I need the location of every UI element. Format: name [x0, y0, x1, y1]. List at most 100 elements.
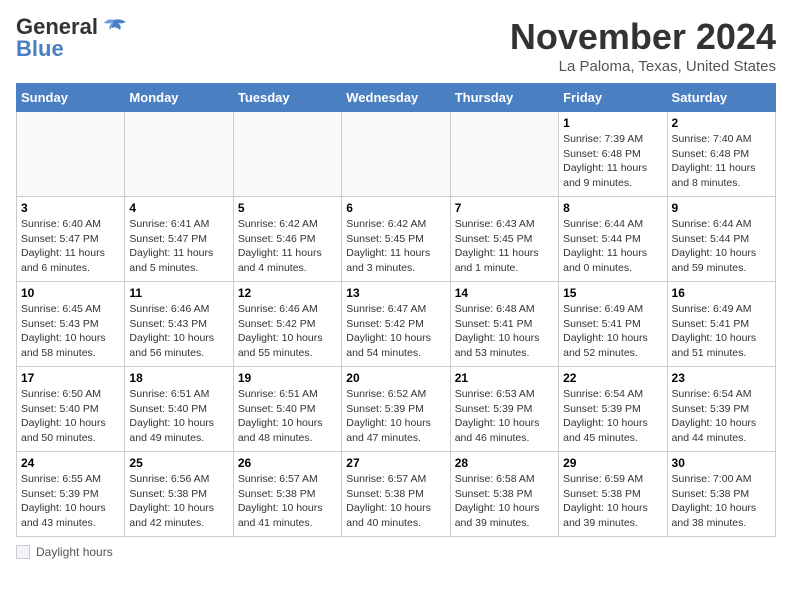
- calendar-cell: 6 Sunrise: 6:42 AM Sunset: 5:45 PM Daylig…: [342, 197, 450, 282]
- calendar-cell: 28 Sunrise: 6:58 AM Sunset: 5:38 PM Dayli…: [450, 452, 558, 537]
- calendar-cell: [17, 112, 125, 197]
- calendar-cell: 16 Sunrise: 6:49 AM Sunset: 5:41 PM Dayli…: [667, 282, 775, 367]
- day-info: Sunrise: 6:57 AM Sunset: 5:38 PM Dayligh…: [238, 472, 337, 531]
- calendar-cell: 14 Sunrise: 6:48 AM Sunset: 5:41 PM Dayli…: [450, 282, 558, 367]
- day-info: Sunrise: 6:44 AM Sunset: 5:44 PM Dayligh…: [672, 217, 771, 276]
- day-info: Sunrise: 6:43 AM Sunset: 5:45 PM Dayligh…: [455, 217, 554, 276]
- day-info: Sunrise: 7:40 AM Sunset: 6:48 PM Dayligh…: [672, 132, 771, 191]
- day-info: Sunrise: 7:00 AM Sunset: 5:38 PM Dayligh…: [672, 472, 771, 531]
- day-number: 23: [672, 371, 771, 385]
- day-info: Sunrise: 6:56 AM Sunset: 5:38 PM Dayligh…: [129, 472, 228, 531]
- day-header-wednesday: Wednesday: [342, 84, 450, 112]
- calendar-cell: 5Sunrise: 6:42 AM Sunset: 5:46 PM Daylig…: [233, 197, 341, 282]
- day-header-sunday: Sunday: [17, 84, 125, 112]
- day-info: Sunrise: 6:52 AM Sunset: 5:39 PM Dayligh…: [346, 387, 445, 446]
- day-info: Sunrise: 6:50 AM Sunset: 5:40 PM Dayligh…: [21, 387, 120, 446]
- calendar-cell: [342, 112, 450, 197]
- day-number: 12: [238, 286, 337, 300]
- calendar-cell: 20 Sunrise: 6:52 AM Sunset: 5:39 PM Dayli…: [342, 367, 450, 452]
- day-number: 13: [346, 286, 445, 300]
- day-number: 30: [672, 456, 771, 470]
- calendar-cell: 25 Sunrise: 6:56 AM Sunset: 5:38 PM Dayli…: [125, 452, 233, 537]
- day-number: 20: [346, 371, 445, 385]
- day-number: 28: [455, 456, 554, 470]
- day-number: 22: [563, 371, 662, 385]
- day-number: 16: [672, 286, 771, 300]
- day-info: Sunrise: 6:44 AM Sunset: 5:44 PM Dayligh…: [563, 217, 662, 276]
- day-number: 5: [238, 201, 337, 215]
- day-info: Sunrise: 6:55 AM Sunset: 5:39 PM Dayligh…: [21, 472, 120, 531]
- day-number: 24: [21, 456, 120, 470]
- calendar-cell: 1 Sunrise: 7:39 AM Sunset: 6:48 PM Daylig…: [559, 112, 667, 197]
- calendar-cell: 7Sunrise: 6:43 AM Sunset: 5:45 PM Daylig…: [450, 197, 558, 282]
- calendar-cell: [125, 112, 233, 197]
- day-header-monday: Monday: [125, 84, 233, 112]
- day-number: 2: [672, 116, 771, 130]
- calendar-cell: 26 Sunrise: 6:57 AM Sunset: 5:38 PM Dayli…: [233, 452, 341, 537]
- day-info: Sunrise: 6:51 AM Sunset: 5:40 PM Dayligh…: [129, 387, 228, 446]
- calendar-cell: 29Sunrise: 6:59 AM Sunset: 5:38 PM Dayli…: [559, 452, 667, 537]
- day-number: 25: [129, 456, 228, 470]
- day-header-friday: Friday: [559, 84, 667, 112]
- calendar-cell: 22 Sunrise: 6:54 AM Sunset: 5:39 PM Dayli…: [559, 367, 667, 452]
- calendar-cell: 17Sunrise: 6:50 AM Sunset: 5:40 PM Dayli…: [17, 367, 125, 452]
- day-number: 8: [563, 201, 662, 215]
- day-header-saturday: Saturday: [667, 84, 775, 112]
- calendar-cell: 24 Sunrise: 6:55 AM Sunset: 5:39 PM Dayli…: [17, 452, 125, 537]
- day-info: Sunrise: 7:39 AM Sunset: 6:48 PM Dayligh…: [563, 132, 662, 191]
- day-number: 9: [672, 201, 771, 215]
- day-number: 18: [129, 371, 228, 385]
- calendar-cell: 13 Sunrise: 6:47 AM Sunset: 5:42 PM Dayli…: [342, 282, 450, 367]
- day-info: Sunrise: 6:47 AM Sunset: 5:42 PM Dayligh…: [346, 302, 445, 361]
- legend: Daylight hours: [16, 545, 776, 559]
- title-block: November 2024 La Paloma, Texas, United S…: [510, 16, 776, 75]
- calendar-cell: 21 Sunrise: 6:53 AM Sunset: 5:39 PM Dayli…: [450, 367, 558, 452]
- day-info: Sunrise: 6:58 AM Sunset: 5:38 PM Dayligh…: [455, 472, 554, 531]
- day-info: Sunrise: 6:54 AM Sunset: 5:39 PM Dayligh…: [563, 387, 662, 446]
- day-info: Sunrise: 6:42 AM Sunset: 5:45 PM Dayligh…: [346, 217, 445, 276]
- day-number: 21: [455, 371, 554, 385]
- calendar-cell: 15Sunrise: 6:49 AM Sunset: 5:41 PM Dayli…: [559, 282, 667, 367]
- page-header: GeneralBlue November 2024 La Paloma, Tex…: [16, 16, 776, 75]
- calendar-cell: [233, 112, 341, 197]
- calendar-table: SundayMondayTuesdayWednesdayThursdayFrid…: [16, 83, 776, 537]
- day-number: 10: [21, 286, 120, 300]
- legend-box: [16, 545, 30, 559]
- day-info: Sunrise: 6:45 AM Sunset: 5:43 PM Dayligh…: [21, 302, 120, 361]
- day-number: 14: [455, 286, 554, 300]
- day-number: 29: [563, 456, 662, 470]
- day-info: Sunrise: 6:46 AM Sunset: 5:42 PM Dayligh…: [238, 302, 337, 361]
- day-number: 27: [346, 456, 445, 470]
- day-info: Sunrise: 6:48 AM Sunset: 5:41 PM Dayligh…: [455, 302, 554, 361]
- day-number: 15: [563, 286, 662, 300]
- calendar-cell: 27Sunrise: 6:57 AM Sunset: 5:38 PM Dayli…: [342, 452, 450, 537]
- day-number: 19: [238, 371, 337, 385]
- calendar-cell: 12 Sunrise: 6:46 AM Sunset: 5:42 PM Dayli…: [233, 282, 341, 367]
- location-text: La Paloma, Texas, United States: [510, 58, 776, 75]
- calendar-cell: 2 Sunrise: 7:40 AM Sunset: 6:48 PM Daylig…: [667, 112, 775, 197]
- day-info: Sunrise: 6:49 AM Sunset: 5:41 PM Dayligh…: [672, 302, 771, 361]
- day-number: 3: [21, 201, 120, 215]
- month-title: November 2024: [510, 16, 776, 58]
- calendar-cell: 10 Sunrise: 6:45 AM Sunset: 5:43 PM Dayli…: [17, 282, 125, 367]
- calendar-cell: 19 Sunrise: 6:51 AM Sunset: 5:40 PM Dayli…: [233, 367, 341, 452]
- calendar-cell: 9 Sunrise: 6:44 AM Sunset: 5:44 PM Daylig…: [667, 197, 775, 282]
- day-info: Sunrise: 6:54 AM Sunset: 5:39 PM Dayligh…: [672, 387, 771, 446]
- calendar-cell: 18 Sunrise: 6:51 AM Sunset: 5:40 PM Dayli…: [125, 367, 233, 452]
- calendar-cell: 11 Sunrise: 6:46 AM Sunset: 5:43 PM Dayli…: [125, 282, 233, 367]
- calendar-cell: 30 Sunrise: 7:00 AM Sunset: 5:38 PM Dayli…: [667, 452, 775, 537]
- calendar-cell: 8 Sunrise: 6:44 AM Sunset: 5:44 PM Daylig…: [559, 197, 667, 282]
- day-number: 1: [563, 116, 662, 130]
- logo-bird-icon: [100, 18, 128, 40]
- day-number: 6: [346, 201, 445, 215]
- calendar-cell: [450, 112, 558, 197]
- day-number: 4: [129, 201, 228, 215]
- day-number: 26: [238, 456, 337, 470]
- calendar-cell: 3Sunrise: 6:40 AM Sunset: 5:47 PM Daylig…: [17, 197, 125, 282]
- day-header-thursday: Thursday: [450, 84, 558, 112]
- day-info: Sunrise: 6:53 AM Sunset: 5:39 PM Dayligh…: [455, 387, 554, 446]
- day-info: Sunrise: 6:51 AM Sunset: 5:40 PM Dayligh…: [238, 387, 337, 446]
- day-info: Sunrise: 6:46 AM Sunset: 5:43 PM Dayligh…: [129, 302, 228, 361]
- logo-blue: Blue: [16, 36, 64, 61]
- day-number: 11: [129, 286, 228, 300]
